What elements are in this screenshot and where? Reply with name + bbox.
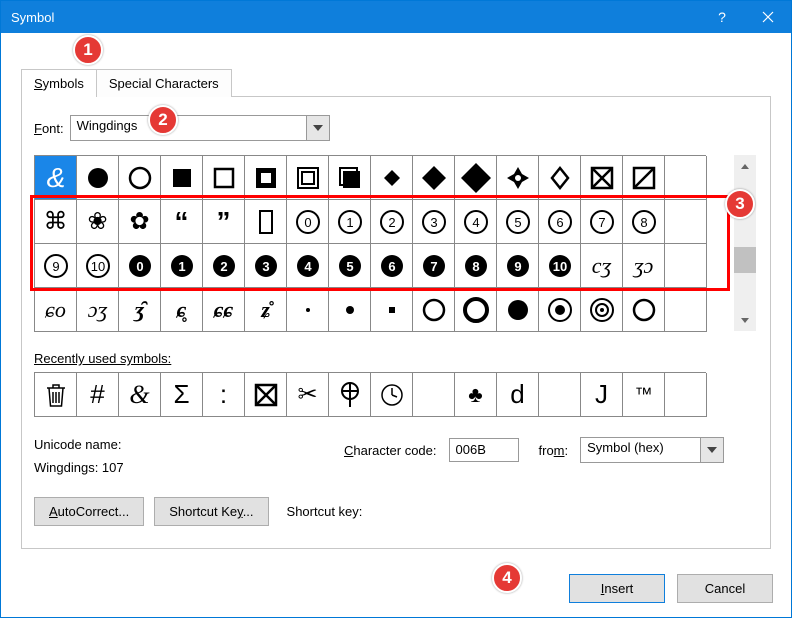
from-value[interactable]: Symbol (hex) xyxy=(580,437,700,463)
symbol-cell[interactable] xyxy=(413,288,455,332)
from-label: from: xyxy=(539,443,569,458)
recent-cell[interactable] xyxy=(35,373,77,417)
recent-cell[interactable]: J xyxy=(581,373,623,417)
symbol-cell[interactable] xyxy=(287,288,329,332)
tab-body: Font: Wingdings &⌘❀✿“”012345678910012345… xyxy=(21,96,771,549)
tab-bar: Symbols Special Characters xyxy=(21,69,771,97)
symbol-grid-wrap: &⌘❀✿“”012345678910012345678910cʒʒɔɕoɔʒʒ̑… xyxy=(34,155,758,331)
from-chevron-icon[interactable] xyxy=(700,437,724,463)
symbol-cell[interactable]: & xyxy=(35,156,77,200)
recent-grid[interactable]: #&Σ: ✂ ♣dJ™ xyxy=(34,372,706,417)
dialog-footer: Insert Cancel xyxy=(569,574,773,603)
charcode-input[interactable]: 006B xyxy=(449,438,519,462)
window-title: Symbol xyxy=(11,10,54,25)
symbol-cell[interactable] xyxy=(119,156,161,200)
recent-cell[interactable] xyxy=(539,373,581,417)
symbol-cell[interactable] xyxy=(497,156,539,200)
recent-cell[interactable] xyxy=(329,373,371,417)
tab-symbols[interactable]: Symbols xyxy=(21,69,97,97)
symbol-cell[interactable] xyxy=(623,156,665,200)
recent-cell[interactable]: & xyxy=(119,373,161,417)
cancel-button[interactable]: Cancel xyxy=(677,574,773,603)
symbol-cell[interactable] xyxy=(329,288,371,332)
shortcut-key-button[interactable]: Shortcut Key... xyxy=(154,497,268,526)
recent-label: Recently used symbols: xyxy=(34,351,758,366)
title-bar: Symbol ? xyxy=(1,1,791,33)
recent-cell[interactable] xyxy=(371,373,413,417)
recent-cell[interactable]: # xyxy=(77,373,119,417)
annotation-box-3 xyxy=(30,195,730,291)
unicode-name-value: Wingdings: 107 xyxy=(34,460,314,475)
callout-2: 2 xyxy=(148,105,178,135)
font-label: Font: xyxy=(34,121,64,136)
callout-3: 3 xyxy=(725,189,755,219)
symbol-cell[interactable] xyxy=(665,288,707,332)
symbol-cell[interactable] xyxy=(581,156,623,200)
symbol-cell[interactable] xyxy=(623,288,665,332)
font-value[interactable]: Wingdings xyxy=(70,115,306,141)
symbol-cell[interactable] xyxy=(203,156,245,200)
symbol-cell[interactable] xyxy=(497,288,539,332)
recent-cell[interactable]: ♣ xyxy=(455,373,497,417)
symbol-cell[interactable]: ɕ̥ xyxy=(161,288,203,332)
symbol-cell[interactable]: ɔʒ xyxy=(77,288,119,332)
tab-symbols-hot: S xyxy=(34,76,43,91)
symbol-cell[interactable] xyxy=(245,156,287,200)
callout-4: 4 xyxy=(492,563,522,593)
recent-cell[interactable] xyxy=(413,373,455,417)
shortcut-key-label: Shortcut key: xyxy=(287,504,363,519)
symbol-cell[interactable] xyxy=(581,288,623,332)
symbol-cell[interactable]: ʑ̊ xyxy=(245,288,287,332)
autocorrect-button[interactable]: AutoCorrect... xyxy=(34,497,144,526)
font-chevron-icon[interactable] xyxy=(306,115,330,141)
symbol-cell[interactable] xyxy=(539,156,581,200)
symbol-cell[interactable] xyxy=(287,156,329,200)
symbol-cell[interactable] xyxy=(455,288,497,332)
tab-special-characters[interactable]: Special Characters xyxy=(97,69,232,97)
insert-button[interactable]: Insert xyxy=(569,574,665,603)
symbol-cell[interactable] xyxy=(329,156,371,200)
recent-cell[interactable] xyxy=(245,373,287,417)
unicode-name-label: Unicode name: xyxy=(34,437,314,452)
symbol-cell[interactable] xyxy=(539,288,581,332)
svg-text:&: & xyxy=(46,163,65,193)
recent-cell[interactable]: : xyxy=(203,373,245,417)
symbol-cell[interactable]: ʒ̑ xyxy=(119,288,161,332)
recent-cell[interactable]: Σ xyxy=(161,373,203,417)
scroll-down-icon[interactable] xyxy=(734,309,756,331)
grid-scrollbar[interactable] xyxy=(734,155,756,331)
recent-cell[interactable]: ✂ xyxy=(287,373,329,417)
symbol-cell[interactable] xyxy=(371,288,413,332)
symbol-cell[interactable] xyxy=(161,156,203,200)
symbol-cell[interactable]: ɕɕ xyxy=(203,288,245,332)
symbol-cell[interactable] xyxy=(371,156,413,200)
charcode-label: Character code: xyxy=(344,443,437,458)
recent-cell[interactable] xyxy=(665,373,707,417)
recent-cell[interactable]: d xyxy=(497,373,539,417)
font-combo[interactable]: Wingdings xyxy=(70,115,330,141)
symbol-cell[interactable] xyxy=(665,156,707,200)
symbol-cell[interactable] xyxy=(455,156,497,200)
callout-1: 1 xyxy=(73,35,103,65)
recent-cell[interactable]: ™ xyxy=(623,373,665,417)
scroll-thumb[interactable] xyxy=(734,247,756,273)
scroll-up-icon[interactable] xyxy=(734,155,756,177)
close-button[interactable] xyxy=(745,1,791,33)
from-combo[interactable]: Symbol (hex) xyxy=(580,437,724,463)
symbol-cell[interactable] xyxy=(413,156,455,200)
help-button[interactable]: ? xyxy=(699,1,745,33)
symbol-cell[interactable]: ɕo xyxy=(35,288,77,332)
symbol-cell[interactable] xyxy=(77,156,119,200)
